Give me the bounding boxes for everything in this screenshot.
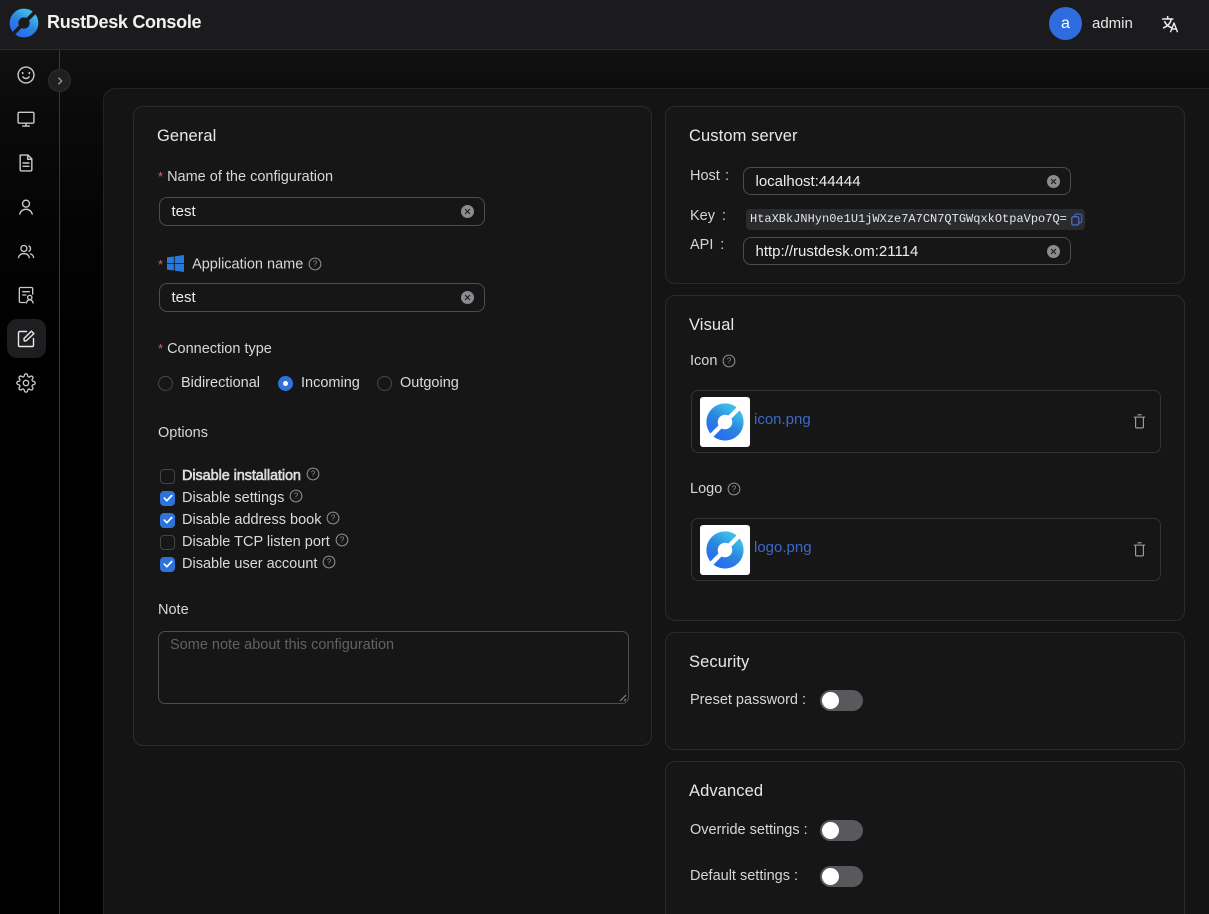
svg-text:?: ? [732,484,737,493]
svg-text:?: ? [311,470,316,479]
svg-text:?: ? [340,536,345,545]
svg-text:?: ? [331,514,336,523]
svg-text:?: ? [727,356,732,365]
svg-text:?: ? [294,492,299,501]
svg-text:?: ? [327,558,332,567]
svg-text:?: ? [313,260,318,269]
